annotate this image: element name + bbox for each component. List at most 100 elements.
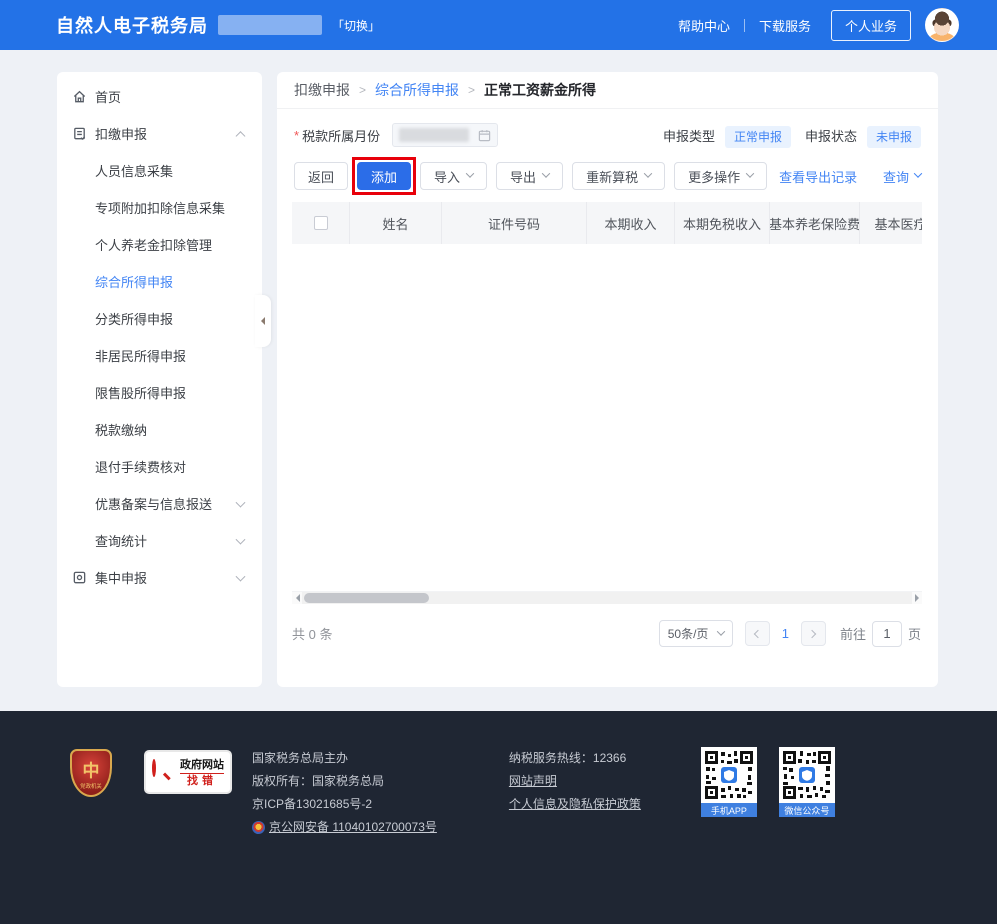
app-title: 自然人电子税务局: [56, 12, 208, 38]
app-header: 自然人电子税务局 「切换」 帮助中心 下载服务 个人业务: [0, 0, 997, 50]
current-page-number[interactable]: 1: [782, 626, 789, 641]
user-avatar[interactable]: [925, 8, 959, 42]
sidebar-item-tax-payment[interactable]: 税款缴纳: [57, 411, 262, 448]
column-header-tax-free-income: 本期免税收入: [675, 202, 770, 244]
icp-text: 京ICP备13021685号-2: [252, 793, 437, 816]
horizontal-scrollbar: [292, 592, 922, 604]
export-dropdown-button[interactable]: 导出: [496, 162, 563, 190]
personal-business-button[interactable]: 个人业务: [831, 10, 911, 41]
sidebar-item-refund-fee-check[interactable]: 退付手续费核对: [57, 448, 262, 485]
chevron-up-icon: [236, 131, 246, 141]
main-panel: 扣缴申报 > 综合所得申报 > 正常工资薪金所得 * 税款所属月份 申报类型正常…: [277, 72, 938, 687]
wechat-qr-label: 微信公众号: [779, 803, 835, 817]
sidebar-item-preferential-filing[interactable]: 优惠备案与信息报送: [57, 485, 262, 522]
breadcrumb-comprehensive[interactable]: 综合所得申报: [375, 80, 459, 100]
goto-page-label: 前往: [840, 624, 866, 643]
brand: 自然人电子税务局 「切换」: [56, 12, 380, 38]
chevron-down-icon: [914, 169, 922, 177]
sidebar-item-nonresident-income[interactable]: 非居民所得申报: [57, 337, 262, 374]
footer-column-legal: 国家税务总局主办 版权所有：国家税务总局 京ICP备13021685号-2 京公…: [252, 747, 437, 839]
page-size-select[interactable]: 50条/页: [659, 620, 733, 647]
shield-label: 党政机关: [74, 781, 108, 789]
sidebar-item-label: 综合所得申报: [95, 272, 173, 291]
home-icon: [72, 89, 87, 104]
chevron-down-icon: [236, 571, 246, 581]
chevron-down-icon: [236, 497, 246, 507]
more-actions-label: 更多操作: [688, 167, 740, 186]
filter-row: * 税款所属月份 申报类型正常申报 申报状态未申报: [277, 109, 938, 157]
gov-site-error-report-badge[interactable]: 政府网站 找错: [144, 750, 232, 794]
sidebar-item-centralized-declare[interactable]: 集中申报: [57, 559, 262, 596]
help-center-link[interactable]: 帮助中心: [678, 16, 730, 35]
view-export-records-link[interactable]: 查看导出记录: [779, 167, 857, 186]
chevron-down-icon: [746, 169, 754, 177]
sidebar-item-comprehensive-income[interactable]: 综合所得申报: [57, 263, 262, 300]
select-all-cell: [292, 202, 350, 244]
table-footer: 共 0 条 50条/页 1 前往 页: [277, 604, 938, 647]
sidebar-item-classified-income[interactable]: 分类所得申报: [57, 300, 262, 337]
chevron-right-icon: [808, 629, 816, 637]
column-header-id-number: 证件号码: [442, 202, 587, 244]
copyright-text: 版权所有：国家税务总局: [252, 770, 437, 793]
breadcrumb-withholding[interactable]: 扣缴申报: [294, 80, 350, 100]
query-label: 查询: [883, 167, 909, 186]
collapse-arrow-icon: [257, 317, 265, 325]
switch-entity-link[interactable]: 「切换」: [332, 17, 380, 34]
privacy-policy-link[interactable]: 个人信息及隐私保护政策: [509, 793, 641, 816]
scroll-left-arrow[interactable]: [292, 592, 302, 604]
chevron-down-icon: [466, 169, 474, 177]
sidebar-item-label: 非居民所得申报: [95, 346, 186, 365]
page-size-value: 50条/页: [668, 625, 709, 642]
qr-code-area: 手机APP: [679, 747, 835, 839]
chevron-left-icon: [754, 629, 762, 637]
redacted-date-value: [399, 128, 469, 142]
header-right: 帮助中心 下载服务 个人业务: [678, 8, 959, 42]
import-dropdown-button[interactable]: 导入: [420, 162, 487, 190]
goto-page-input[interactable]: [872, 621, 902, 647]
chevron-down-icon: [542, 169, 550, 177]
query-toggle-link[interactable]: 查询: [883, 167, 921, 186]
column-header-pension-insurance: 基本养老保险费: [770, 202, 860, 244]
export-label: 导出: [510, 167, 536, 186]
declare-type-badge: 正常申报: [725, 126, 791, 148]
red-annotation-box: 添加: [357, 162, 411, 190]
sidebar-collapse-handle[interactable]: [255, 295, 271, 347]
column-header-current-income: 本期收入: [587, 202, 675, 244]
sidebar-item-personnel-info[interactable]: 人员信息采集: [57, 152, 262, 189]
scrollbar-track[interactable]: [302, 592, 912, 604]
prev-page-button[interactable]: [745, 621, 770, 646]
tax-month-date-input[interactable]: [392, 123, 498, 147]
more-actions-dropdown-button[interactable]: 更多操作: [674, 162, 767, 190]
sidebar-item-query-statistics[interactable]: 查询统计: [57, 522, 262, 559]
sidebar-item-pension-deduction[interactable]: 个人养老金扣除管理: [57, 226, 262, 263]
table-empty-body: [292, 244, 922, 592]
sidebar-item-label: 扣缴申报: [95, 124, 147, 143]
sidebar-item-label: 专项附加扣除信息采集: [95, 198, 225, 217]
sidebar-item-withholding-declare[interactable]: 扣缴申报: [57, 115, 262, 152]
sidebar-nav: 首页 扣缴申报 人员信息采集 专项附加扣除信息采集 个人养老金扣除管理 综合所得…: [57, 72, 262, 687]
next-page-button[interactable]: [801, 621, 826, 646]
table-header-row: 姓名 证件号码 本期收入 本期免税收入 基本养老保险费 基本医疗保险费: [292, 202, 922, 244]
scroll-right-arrow[interactable]: [912, 592, 922, 604]
magnifier-icon: [152, 761, 174, 783]
sidebar-item-special-deduction[interactable]: 专项附加扣除信息采集: [57, 189, 262, 226]
sidebar-item-label: 人员信息采集: [95, 161, 173, 180]
back-button[interactable]: 返回: [294, 162, 348, 190]
document-icon: [72, 126, 87, 141]
scrollbar-thumb[interactable]: [304, 593, 429, 603]
import-label: 导入: [434, 167, 460, 186]
select-all-checkbox[interactable]: [314, 216, 328, 230]
site-statement-link[interactable]: 网站声明: [509, 770, 641, 793]
add-button[interactable]: 添加: [357, 162, 411, 190]
recalculate-dropdown-button[interactable]: 重新算税: [572, 162, 665, 190]
sidebar-item-label: 分类所得申报: [95, 309, 173, 328]
download-service-link[interactable]: 下载服务: [759, 16, 811, 35]
calendar-icon: [478, 129, 491, 142]
beian-link[interactable]: 京公网安备 11040102700073号: [269, 816, 437, 839]
sidebar-item-restricted-shares[interactable]: 限售股所得申报: [57, 374, 262, 411]
total-count-text: 共 0 条: [292, 624, 332, 643]
sidebar-item-home[interactable]: 首页: [57, 78, 262, 115]
declare-status-label: 申报状态: [805, 129, 857, 144]
page-unit-label: 页: [908, 624, 921, 643]
footer-column-links: 纳税服务热线：12366 网站声明 个人信息及隐私保护政策: [509, 747, 641, 839]
